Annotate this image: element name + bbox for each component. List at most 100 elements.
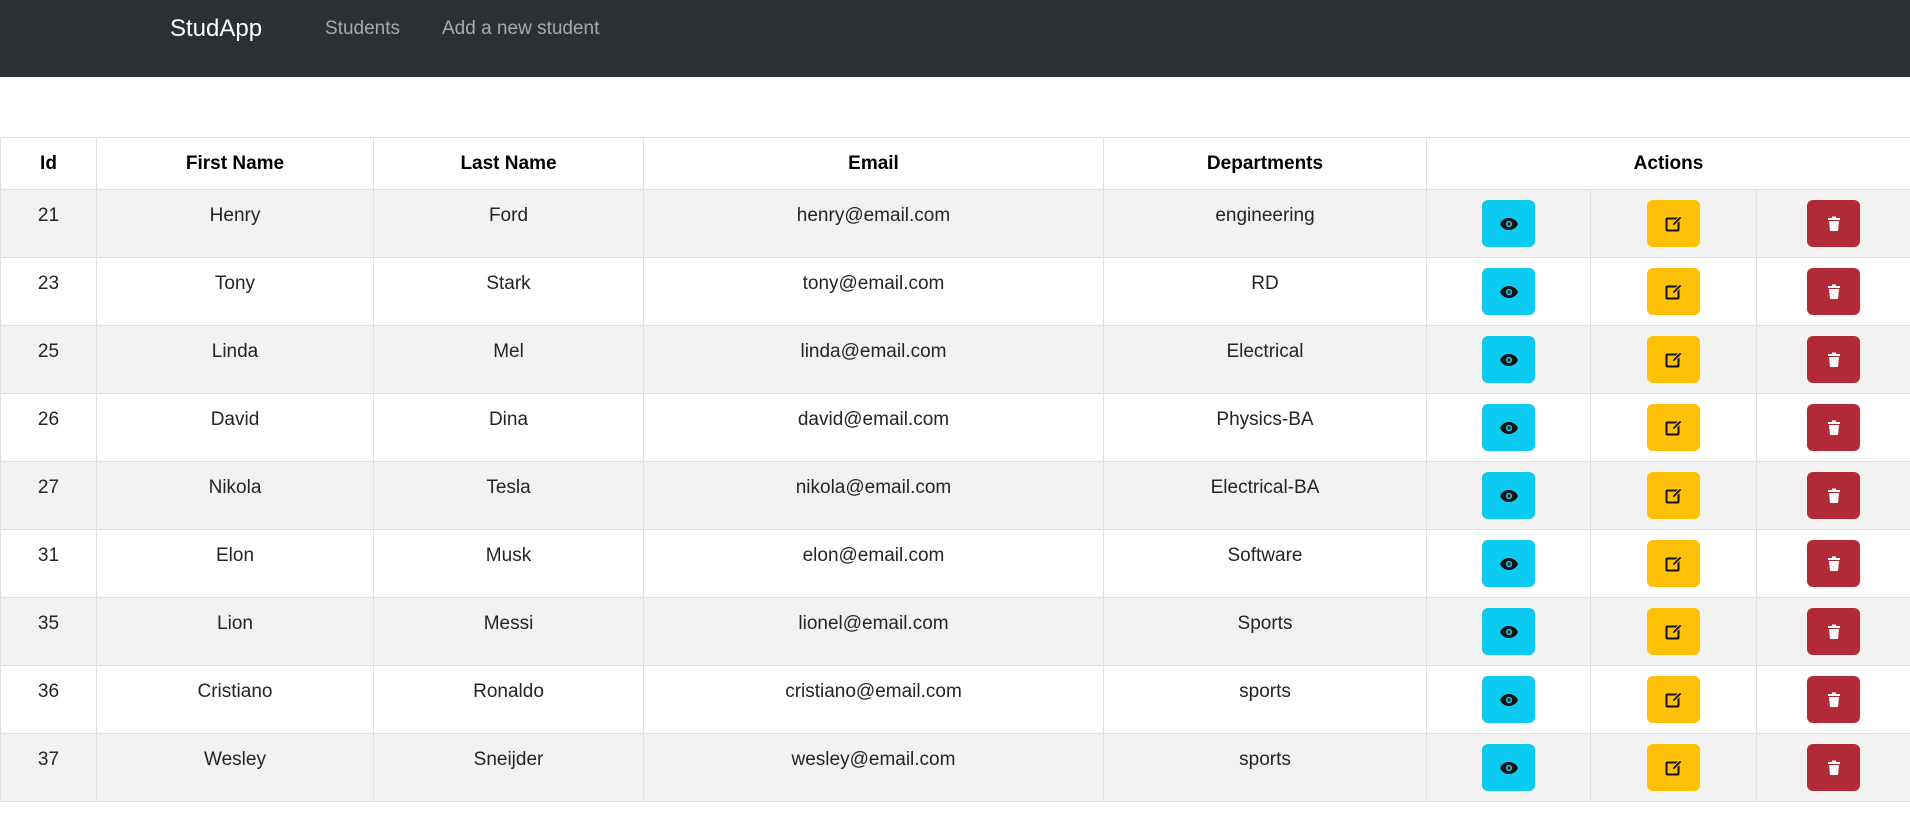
- cell-last-name: Stark: [373, 257, 644, 326]
- edit-button[interactable]: [1647, 608, 1700, 655]
- cell-first-name: Nikola: [96, 461, 374, 530]
- cell-action: [1756, 597, 1910, 666]
- cell-first-name: Linda: [96, 325, 374, 394]
- cell-email: tony@email.com: [643, 257, 1104, 326]
- cell-id: 31: [0, 529, 97, 598]
- cell-email: cristiano@email.com: [643, 665, 1104, 734]
- cell-email: elon@email.com: [643, 529, 1104, 598]
- cell-first-name: Lion: [96, 597, 374, 666]
- cell-action: [1590, 665, 1757, 734]
- edit-button[interactable]: [1647, 336, 1700, 383]
- view-button[interactable]: [1482, 540, 1535, 587]
- cell-email: david@email.com: [643, 393, 1104, 462]
- cell-department: sports: [1103, 733, 1427, 802]
- cell-last-name: Ronaldo: [373, 665, 644, 734]
- cell-action: [1590, 529, 1757, 598]
- edit-button[interactable]: [1647, 404, 1700, 451]
- edit-button[interactable]: [1647, 676, 1700, 723]
- nav-link-students[interactable]: Students: [325, 17, 400, 41]
- view-button[interactable]: [1482, 608, 1535, 655]
- navbar: StudApp Students Add a new student: [0, 0, 1910, 77]
- delete-button[interactable]: [1807, 608, 1860, 655]
- cell-id: 27: [0, 461, 97, 530]
- view-button[interactable]: [1482, 676, 1535, 723]
- nav-link-add-student[interactable]: Add a new student: [442, 17, 599, 41]
- delete-button[interactable]: [1807, 404, 1860, 451]
- delete-button[interactable]: [1807, 540, 1860, 587]
- edit-button[interactable]: [1647, 268, 1700, 315]
- cell-department: Software: [1103, 529, 1427, 598]
- cell-first-name: Henry: [96, 189, 374, 258]
- cell-action: [1756, 665, 1910, 734]
- cell-action: [1426, 529, 1591, 598]
- cell-action: [1756, 461, 1910, 530]
- table-row: 21 Henry Ford henry@email.com engineering: [0, 189, 1910, 258]
- cell-last-name: Messi: [373, 597, 644, 666]
- cell-last-name: Ford: [373, 189, 644, 258]
- view-button[interactable]: [1482, 268, 1535, 315]
- cell-action: [1590, 733, 1757, 802]
- cell-first-name: Elon: [96, 529, 374, 598]
- cell-first-name: Cristiano: [96, 665, 374, 734]
- cell-action: [1756, 257, 1910, 326]
- cell-first-name: Tony: [96, 257, 374, 326]
- delete-button[interactable]: [1807, 336, 1860, 383]
- edit-button[interactable]: [1647, 540, 1700, 587]
- cell-action: [1426, 393, 1591, 462]
- edit-button[interactable]: [1647, 744, 1700, 791]
- cell-id: 26: [0, 393, 97, 462]
- cell-department: RD: [1103, 257, 1427, 326]
- delete-button[interactable]: [1807, 200, 1860, 247]
- header-first-name: First Name: [96, 137, 374, 190]
- header-email: Email: [643, 137, 1104, 190]
- edit-button[interactable]: [1647, 200, 1700, 247]
- delete-button[interactable]: [1807, 744, 1860, 791]
- cell-action: [1590, 257, 1757, 326]
- table-row: 37 Wesley Sneijder wesley@email.com sports: [0, 733, 1910, 802]
- cell-action: [1756, 393, 1910, 462]
- cell-action: [1756, 733, 1910, 802]
- delete-button[interactable]: [1807, 676, 1860, 723]
- cell-department: Physics-BA: [1103, 393, 1427, 462]
- view-button[interactable]: [1482, 336, 1535, 383]
- view-button[interactable]: [1482, 200, 1535, 247]
- cell-department: engineering: [1103, 189, 1427, 258]
- header-last-name: Last Name: [373, 137, 644, 190]
- view-button[interactable]: [1482, 404, 1535, 451]
- cell-action: [1590, 189, 1757, 258]
- cell-first-name: Wesley: [96, 733, 374, 802]
- view-button[interactable]: [1482, 472, 1535, 519]
- cell-email: wesley@email.com: [643, 733, 1104, 802]
- cell-id: 37: [0, 733, 97, 802]
- cell-id: 35: [0, 597, 97, 666]
- table-row: 31 Elon Musk elon@email.com Software: [0, 529, 1910, 598]
- cell-action: [1426, 665, 1591, 734]
- edit-button[interactable]: [1647, 472, 1700, 519]
- table-row: 23 Tony Stark tony@email.com RD: [0, 257, 1910, 326]
- cell-action: [1426, 325, 1591, 394]
- cell-id: 23: [0, 257, 97, 326]
- table-row: 27 Nikola Tesla nikola@email.com Electrical-…: [0, 461, 1910, 530]
- cell-action: [1756, 189, 1910, 258]
- cell-action: [1426, 257, 1591, 326]
- cell-last-name: Musk: [373, 529, 644, 598]
- cell-first-name: David: [96, 393, 374, 462]
- cell-id: 25: [0, 325, 97, 394]
- delete-button[interactable]: [1807, 268, 1860, 315]
- cell-action: [1426, 189, 1591, 258]
- header-id: Id: [0, 137, 97, 190]
- cell-last-name: Sneijder: [373, 733, 644, 802]
- table-row: 35 Lion Messi lionel@email.com Sports: [0, 597, 1910, 666]
- cell-action: [1590, 597, 1757, 666]
- cell-department: Sports: [1103, 597, 1427, 666]
- brand-link[interactable]: StudApp: [170, 14, 262, 44]
- view-button[interactable]: [1482, 744, 1535, 791]
- table-header-row: Id First Name Last Name Email Department…: [0, 137, 1910, 190]
- cell-email: nikola@email.com: [643, 461, 1104, 530]
- cell-action: [1590, 325, 1757, 394]
- cell-action: [1590, 393, 1757, 462]
- cell-action: [1426, 733, 1591, 802]
- cell-last-name: Dina: [373, 393, 644, 462]
- delete-button[interactable]: [1807, 472, 1860, 519]
- table-row: 36 Cristiano Ronaldo cristiano@email.com spo…: [0, 665, 1910, 734]
